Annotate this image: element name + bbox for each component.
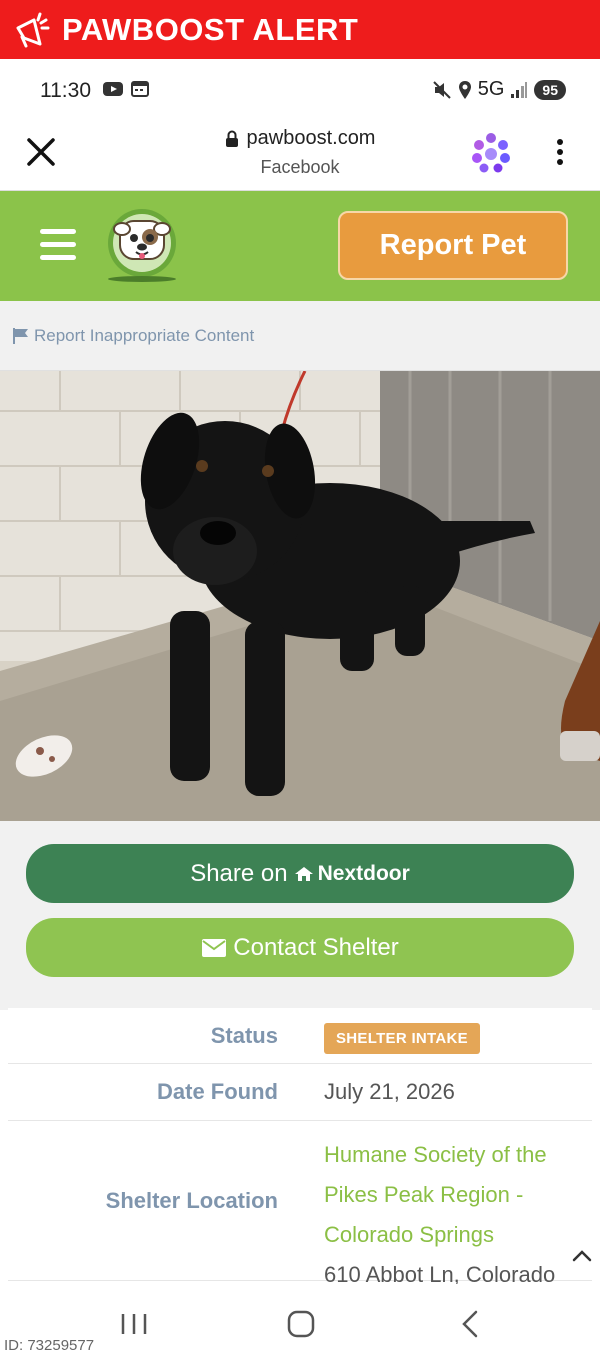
report-content-row: Report Inappropriate Content xyxy=(0,301,600,371)
flag-icon xyxy=(13,327,28,344)
date-found-label: Date Found xyxy=(157,1079,278,1104)
contact-label: Contact Shelter xyxy=(233,933,399,961)
info-row-date: Date Found July 21, 2026 xyxy=(8,1064,592,1121)
alert-banner: PAWBOOST ALERT xyxy=(0,0,600,59)
home-icon[interactable] xyxy=(287,1310,315,1338)
lock-icon xyxy=(225,130,238,147)
site-header: Report Pet xyxy=(0,191,600,301)
status-label: Status xyxy=(210,1022,278,1048)
shelter-location-label: Shelter Location xyxy=(105,1187,278,1213)
shelter-name-link[interactable]: Humane Society of the Pikes Peak Region … xyxy=(324,1135,564,1255)
url-text: pawboost.com xyxy=(246,127,376,149)
listing-id: ID: 73259577 xyxy=(4,1337,95,1354)
info-row-shelter: Shelter Location Humane Society of the P… xyxy=(8,1121,592,1287)
calendar-notification-icon xyxy=(131,81,149,97)
mute-icon xyxy=(433,80,451,99)
nextdoor-house-icon xyxy=(294,866,313,881)
pet-photo xyxy=(0,371,600,821)
date-found-value: July 21, 2026 xyxy=(324,1079,455,1104)
share-nextdoor-button[interactable]: Share on Nextdoor xyxy=(26,844,574,903)
youtube-notification-icon xyxy=(103,82,123,96)
more-options-icon[interactable] xyxy=(553,138,567,166)
clock: 11:30 xyxy=(40,79,91,102)
paw-extension-icon[interactable] xyxy=(470,131,512,173)
envelope-icon xyxy=(202,938,227,957)
pet-info-table: Status SHELTER INTAKE Date Found July 21… xyxy=(8,1008,592,1287)
action-buttons: Share on Nextdoor Contact Shelter xyxy=(0,821,600,1010)
location-icon xyxy=(458,80,471,99)
phone-status-bar: 11:30 5G 95 xyxy=(0,59,600,123)
report-inappropriate-link[interactable]: Report Inappropriate Content xyxy=(34,326,254,346)
battery-indicator: 95 xyxy=(534,79,566,100)
signal-icon xyxy=(511,81,528,98)
scroll-up-icon[interactable] xyxy=(570,1248,594,1264)
alert-title: PAWBOOST ALERT xyxy=(62,11,359,47)
contact-shelter-button[interactable]: Contact Shelter xyxy=(26,918,574,977)
megaphone-icon xyxy=(16,12,50,47)
share-prefix: Share on xyxy=(190,859,288,887)
browser-toolbar: pawboost.com Facebook xyxy=(0,123,600,191)
pawboost-logo[interactable] xyxy=(106,207,178,283)
menu-icon[interactable] xyxy=(40,229,76,263)
status-badge: SHELTER INTAKE xyxy=(324,1022,480,1054)
back-icon[interactable] xyxy=(460,1310,480,1338)
report-pet-button[interactable]: Report Pet xyxy=(338,211,568,280)
info-row-status: Status SHELTER INTAKE xyxy=(8,1008,592,1064)
network-label: 5G xyxy=(477,78,505,100)
recent-apps-icon[interactable] xyxy=(120,1312,148,1336)
nextdoor-brand: Nextdoor xyxy=(317,861,410,885)
